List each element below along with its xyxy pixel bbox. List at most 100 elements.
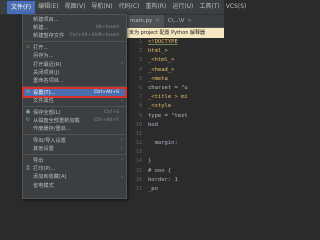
menu-item-icon: ⎙ [25,165,30,172]
code-line: _po [148,186,158,192]
line-number: 2 [138,48,142,55]
menu-item-label: 从磁盘全部重新加载 [33,117,80,124]
menu-separator [23,134,126,136]
menu-item[interactable]: 打开最近(R) › [23,60,126,68]
menu-item-label: 打开... [33,44,49,51]
code-line: charset = "u [148,84,188,91]
line-number: 3 [138,57,142,64]
line-number: 9 [138,112,142,119]
editor-pane: main.py × C\...\V × 未为 project 配置 Python… [126,15,224,201]
tab-main-py[interactable]: main.py × [126,15,164,27]
menu-item-label: 添加到收藏(A) [33,174,67,181]
code-line: margin: [148,140,178,147]
menu-run[interactable]: 运行(U) [169,0,196,14]
interpreter-warning-banner[interactable]: 未为 project 配置 Python 解释器 [126,28,224,38]
menu-item[interactable]: 关闭项目(J) [23,68,126,76]
menu-item[interactable]: 导出/导入设置 › [23,136,126,144]
menu-item-label: 省电模式 [33,182,54,189]
code-line: # ooo { [148,167,172,174]
menu-item[interactable]: 作废缓存/重启... [23,125,126,133]
menu-item-label: 设置(T)... [33,89,56,96]
code-line: html_> [148,48,168,55]
code-line: bod [148,121,158,128]
menu-separator [23,41,126,43]
submenu-arrow-icon: › [121,157,123,164]
menu-item-label: 打开最近(R) [33,61,62,68]
code-line: _<meta [148,75,168,82]
line-number: 7 [138,94,142,101]
line-number: 5 [138,75,142,82]
menu-item[interactable]: 导出 › [23,156,126,164]
close-icon[interactable]: × [155,18,160,24]
line-number: 6 [138,84,142,91]
code-line: border: 1 [148,176,178,183]
submenu-arrow-icon: › [121,145,123,152]
menu-item[interactable]: 文件属性 › [23,97,126,105]
menu-item-shortcut: Ctrl+S [104,109,119,115]
menu-edit[interactable]: 编辑(E) [35,0,61,14]
tab-second-file[interactable]: C\...\V × [164,15,196,27]
menu-item-label: 作废缓存/重启... [33,126,71,133]
line-number-gutter: 1 2 3 4 5 6 7 8 9 10 11 12 13 14 15 16 17 [126,38,144,194]
menu-item-settings[interactable]: ⚙ 设置(T)... Ctrl+Alt+S [22,87,127,98]
menu-item[interactable]: 新建项目... [23,15,126,23]
line-number: 10 [135,121,142,128]
menu-file[interactable]: 文件(F) [7,0,36,14]
menu-item-icon: ↻ [25,117,31,124]
menu-item[interactable]: 另存为... [23,52,126,60]
menu-item-label: 其他设置 [33,146,54,153]
menu-item-shortcut: Alt+Insert [95,25,119,31]
menu-item[interactable]: 重命名项目... [23,77,126,85]
code-lines[interactable]: <!DOCTYPE html_> _<html_> _<head_> _<meta cha… [148,38,224,194]
menu-item-label: 新建暂存文件 [33,33,65,40]
menu-item[interactable]: ↻ 从磁盘全部重新加载 Ctrl+Alt+Y [23,116,126,124]
menu-item[interactable]: 省电模式 [23,181,126,189]
menu-item-shortcut: Ctrl+Alt+Y [94,117,119,123]
menu-item[interactable]: ▣ 保存全部(L) Ctrl+S [23,108,126,116]
line-number: 13 [135,149,142,156]
menu-refactor[interactable]: 重构(R) [142,0,169,14]
tab-label: C\...\V [167,18,185,24]
menu-item-label: 导出 [33,157,44,164]
close-icon[interactable]: × [187,18,192,24]
menu-item[interactable]: 其他设置 › [23,144,126,153]
menu-item[interactable]: 新建暂存文件 Ctrl+Alt+Shift+Insert [23,32,126,40]
menu-item[interactable]: ▭ 打开... [23,43,126,51]
menu-separator [23,105,126,107]
menu-item-icon: ▣ [25,109,31,116]
menu-item-label: 重命名项目... [33,78,64,85]
code-line: _<style [148,103,172,110]
line-number: 4 [138,66,142,73]
line-number: 15 [135,167,142,174]
code-line: type = "text [148,112,188,119]
line-number: 14 [135,158,142,165]
menu-bar: 文件(F) 编辑(E) 视图(V) 导航(N) 代码(C) 重构(R) 运行(U… [0,0,246,15]
line-number: 11 [135,130,142,137]
menu-vcs[interactable]: VCS(S) [223,0,250,14]
menu-item[interactable]: 添加到收藏(A) › [23,173,126,181]
menu-navigate[interactable]: 导航(N) [88,0,115,14]
code-line: _<title > mi [148,94,188,101]
line-number: 16 [135,176,142,183]
submenu-arrow-icon: › [121,97,123,104]
menu-item-label: 文件属性 [33,98,54,105]
line-number: 1 [138,39,142,45]
menu-code[interactable]: 代码(C) [116,0,143,14]
submenu-arrow-icon: › [121,61,123,68]
menu-tools[interactable]: 工具(T) [196,0,222,14]
menu-item-label: 导出/导入设置 [33,137,66,144]
menu-item[interactable]: 新建... Alt+Insert [23,23,126,31]
code-line: } [148,158,152,165]
submenu-arrow-icon: › [121,137,123,144]
menu-item[interactable]: ⎙ 打印(P)... [23,164,126,172]
submenu-arrow-icon: › [121,173,123,180]
editor-tabs: main.py × C\...\V × [126,15,224,28]
line-number: 17 [135,186,142,192]
menu-item-label: 打印(P)... [33,165,56,172]
menu-item-label: 保存全部(L) [33,109,61,116]
line-number: 12 [135,140,142,147]
menu-view[interactable]: 视图(V) [62,0,89,14]
tab-label: main.py [130,18,153,24]
